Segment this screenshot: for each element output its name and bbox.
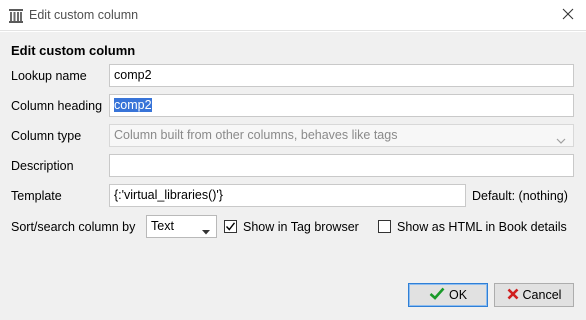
description-input[interactable] — [109, 154, 574, 177]
show-in-tag-browser-checkbox[interactable] — [224, 220, 237, 233]
description-label: Description — [11, 159, 74, 173]
column-heading-value: comp2 — [114, 98, 152, 112]
title-bar: Edit custom column — [0, 0, 586, 31]
column-type-label: Column type — [11, 129, 82, 143]
template-input[interactable]: {:'virtual_libraries()'} — [109, 184, 466, 207]
show-as-html-label: Show as HTML in Book details — [397, 220, 567, 234]
window-title: Edit custom column — [29, 8, 139, 22]
cancel-button[interactable]: Cancel — [494, 283, 574, 307]
lookup-name-input[interactable]: comp2 — [109, 64, 574, 87]
calibre-library-icon — [8, 8, 24, 24]
column-heading-input[interactable]: comp2 — [109, 94, 574, 117]
form-heading: Edit custom column — [11, 43, 136, 58]
cancel-label: Cancel — [522, 288, 562, 302]
ok-button[interactable]: OK — [408, 283, 488, 307]
cancel-x-icon — [507, 288, 519, 303]
show-in-tag-browser-label: Show in Tag browser — [243, 220, 359, 234]
checkmark-icon — [429, 287, 445, 303]
show-as-html-checkbox[interactable] — [378, 220, 391, 233]
chevron-down-icon — [556, 133, 566, 144]
sort-search-label: Sort/search column by — [11, 220, 136, 234]
lookup-name-label: Lookup name — [11, 69, 87, 83]
column-heading-label: Column heading — [11, 99, 103, 113]
column-type-select[interactable]: Column built from other columns, behaves… — [109, 124, 574, 147]
close-button[interactable] — [550, 0, 586, 31]
chevron-down-icon — [201, 224, 211, 235]
template-label: Template — [11, 189, 62, 203]
ok-label: OK — [448, 288, 468, 302]
template-default-label: Default: (nothing) — [472, 189, 568, 203]
close-icon — [562, 8, 574, 23]
